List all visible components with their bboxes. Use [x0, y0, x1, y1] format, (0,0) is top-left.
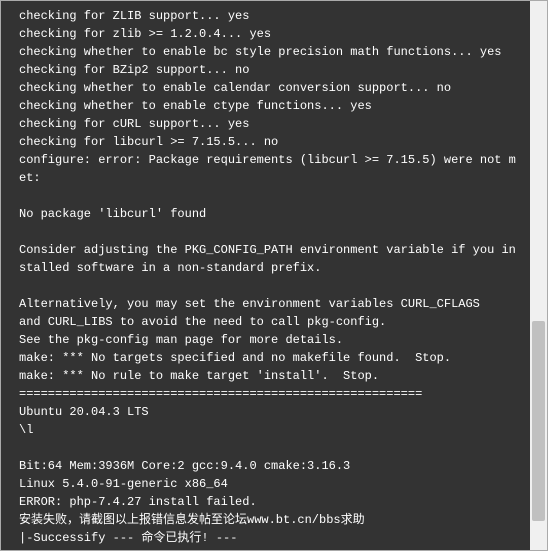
terminal-line: ERROR: php-7.4.27 install failed.: [19, 493, 519, 511]
terminal-line: make: *** No rule to make target 'instal…: [19, 367, 519, 385]
terminal-line: Consider adjusting the PKG_CONFIG_PATH e…: [19, 241, 519, 277]
terminal-line: No package 'libcurl' found: [19, 205, 519, 223]
terminal-line: checking for cURL support... yes: [19, 115, 519, 133]
terminal-line: Ubuntu 20.04.3 LTS: [19, 403, 519, 421]
scrollbar[interactable]: [530, 1, 547, 550]
terminal-line: and CURL_LIBS to avoid the need to call …: [19, 313, 519, 331]
terminal-line: [19, 277, 519, 295]
terminal-output: checking for ZLIB support... yeschecking…: [1, 1, 531, 550]
terminal-line: |-Successify --- 命令已执行! ---: [19, 529, 519, 547]
terminal-line: 安装失败，请截图以上报错信息发帖至论坛www.bt.cn/bbs求助: [19, 511, 519, 529]
terminal-line: \l: [19, 421, 519, 439]
terminal-line: checking for ZLIB support... yes: [19, 7, 519, 25]
terminal-line: configure: error: Package requirements (…: [19, 151, 519, 187]
terminal-line: checking for libcurl >= 7.15.5... no: [19, 133, 519, 151]
terminal-line: checking for zlib >= 1.2.0.4... yes: [19, 25, 519, 43]
terminal-line: [19, 223, 519, 241]
terminal-line: [19, 187, 519, 205]
terminal-line: checking whether to enable calendar conv…: [19, 79, 519, 97]
terminal-line: Alternatively, you may set the environme…: [19, 295, 519, 313]
terminal-line: make: *** No targets specified and no ma…: [19, 349, 519, 367]
terminal-line: ========================================…: [19, 385, 519, 403]
terminal-line: checking whether to enable bc style prec…: [19, 43, 519, 61]
terminal-line: checking for BZip2 support... no: [19, 61, 519, 79]
terminal-container: checking for ZLIB support... yeschecking…: [0, 0, 548, 551]
terminal-line: [19, 439, 519, 457]
terminal-line: Linux 5.4.0-91-generic x86_64: [19, 475, 519, 493]
terminal-line: checking whether to enable ctype functio…: [19, 97, 519, 115]
scrollbar-thumb[interactable]: [532, 321, 545, 521]
terminal-line: See the pkg-config man page for more det…: [19, 331, 519, 349]
terminal-line: Bit:64 Mem:3936M Core:2 gcc:9.4.0 cmake:…: [19, 457, 519, 475]
